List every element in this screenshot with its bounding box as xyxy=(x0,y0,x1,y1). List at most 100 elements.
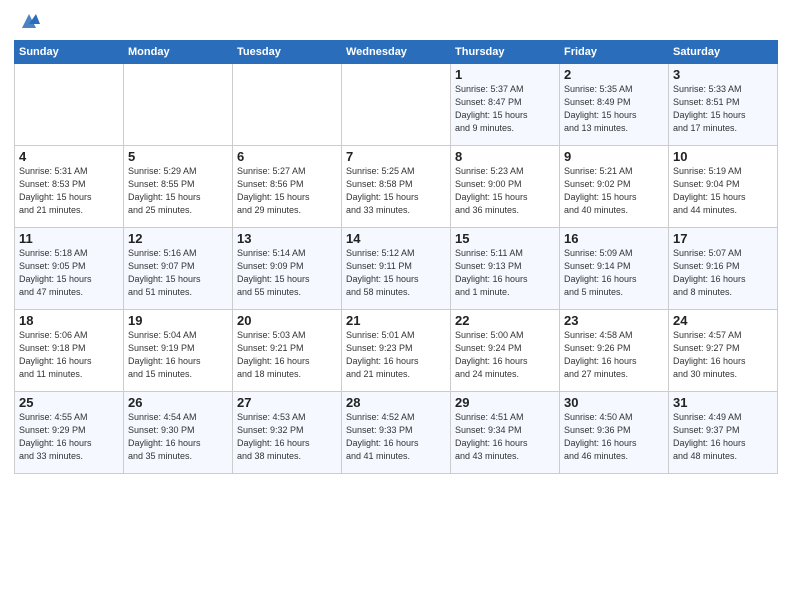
day-number: 21 xyxy=(346,313,446,328)
day-info: Sunrise: 5:14 AM Sunset: 9:09 PM Dayligh… xyxy=(237,247,337,299)
day-info: Sunrise: 4:57 AM Sunset: 9:27 PM Dayligh… xyxy=(673,329,773,381)
day-cell: 12Sunrise: 5:16 AM Sunset: 9:07 PM Dayli… xyxy=(124,228,233,310)
day-info: Sunrise: 5:31 AM Sunset: 8:53 PM Dayligh… xyxy=(19,165,119,217)
day-number: 23 xyxy=(564,313,664,328)
day-info: Sunrise: 5:09 AM Sunset: 9:14 PM Dayligh… xyxy=(564,247,664,299)
day-info: Sunrise: 5:19 AM Sunset: 9:04 PM Dayligh… xyxy=(673,165,773,217)
day-info: Sunrise: 5:07 AM Sunset: 9:16 PM Dayligh… xyxy=(673,247,773,299)
weekday-wednesday: Wednesday xyxy=(342,41,451,64)
day-cell: 5Sunrise: 5:29 AM Sunset: 8:55 PM Daylig… xyxy=(124,146,233,228)
weekday-thursday: Thursday xyxy=(451,41,560,64)
day-number: 15 xyxy=(455,231,555,246)
day-number: 17 xyxy=(673,231,773,246)
day-number: 25 xyxy=(19,395,119,410)
day-info: Sunrise: 5:33 AM Sunset: 8:51 PM Dayligh… xyxy=(673,83,773,135)
day-number: 30 xyxy=(564,395,664,410)
day-cell xyxy=(15,64,124,146)
day-cell: 20Sunrise: 5:03 AM Sunset: 9:21 PM Dayli… xyxy=(233,310,342,392)
day-number: 27 xyxy=(237,395,337,410)
day-number: 16 xyxy=(564,231,664,246)
day-number: 12 xyxy=(128,231,228,246)
day-info: Sunrise: 4:53 AM Sunset: 9:32 PM Dayligh… xyxy=(237,411,337,463)
day-info: Sunrise: 4:54 AM Sunset: 9:30 PM Dayligh… xyxy=(128,411,228,463)
day-cell: 11Sunrise: 5:18 AM Sunset: 9:05 PM Dayli… xyxy=(15,228,124,310)
day-info: Sunrise: 5:12 AM Sunset: 9:11 PM Dayligh… xyxy=(346,247,446,299)
day-cell: 23Sunrise: 4:58 AM Sunset: 9:26 PM Dayli… xyxy=(560,310,669,392)
logo-icon xyxy=(18,10,40,32)
day-number: 22 xyxy=(455,313,555,328)
day-info: Sunrise: 4:55 AM Sunset: 9:29 PM Dayligh… xyxy=(19,411,119,463)
day-cell: 17Sunrise: 5:07 AM Sunset: 9:16 PM Dayli… xyxy=(669,228,778,310)
day-info: Sunrise: 4:51 AM Sunset: 9:34 PM Dayligh… xyxy=(455,411,555,463)
day-number: 31 xyxy=(673,395,773,410)
day-info: Sunrise: 4:52 AM Sunset: 9:33 PM Dayligh… xyxy=(346,411,446,463)
day-number: 13 xyxy=(237,231,337,246)
day-number: 5 xyxy=(128,149,228,164)
day-number: 7 xyxy=(346,149,446,164)
day-cell: 31Sunrise: 4:49 AM Sunset: 9:37 PM Dayli… xyxy=(669,392,778,474)
day-number: 1 xyxy=(455,67,555,82)
day-info: Sunrise: 5:16 AM Sunset: 9:07 PM Dayligh… xyxy=(128,247,228,299)
day-number: 2 xyxy=(564,67,664,82)
day-cell: 19Sunrise: 5:04 AM Sunset: 9:19 PM Dayli… xyxy=(124,310,233,392)
day-cell: 6Sunrise: 5:27 AM Sunset: 8:56 PM Daylig… xyxy=(233,146,342,228)
calendar-table: SundayMondayTuesdayWednesdayThursdayFrid… xyxy=(14,40,778,474)
day-info: Sunrise: 5:35 AM Sunset: 8:49 PM Dayligh… xyxy=(564,83,664,135)
week-row-3: 11Sunrise: 5:18 AM Sunset: 9:05 PM Dayli… xyxy=(15,228,778,310)
day-cell: 27Sunrise: 4:53 AM Sunset: 9:32 PM Dayli… xyxy=(233,392,342,474)
day-number: 3 xyxy=(673,67,773,82)
weekday-sunday: Sunday xyxy=(15,41,124,64)
day-cell xyxy=(124,64,233,146)
day-info: Sunrise: 4:49 AM Sunset: 9:37 PM Dayligh… xyxy=(673,411,773,463)
day-cell: 16Sunrise: 5:09 AM Sunset: 9:14 PM Dayli… xyxy=(560,228,669,310)
day-cell: 26Sunrise: 4:54 AM Sunset: 9:30 PM Dayli… xyxy=(124,392,233,474)
day-cell xyxy=(342,64,451,146)
day-number: 20 xyxy=(237,313,337,328)
day-info: Sunrise: 5:23 AM Sunset: 9:00 PM Dayligh… xyxy=(455,165,555,217)
calendar-container: SundayMondayTuesdayWednesdayThursdayFrid… xyxy=(0,0,792,484)
logo xyxy=(14,10,40,32)
day-info: Sunrise: 5:00 AM Sunset: 9:24 PM Dayligh… xyxy=(455,329,555,381)
day-info: Sunrise: 5:04 AM Sunset: 9:19 PM Dayligh… xyxy=(128,329,228,381)
header xyxy=(14,10,778,32)
day-number: 28 xyxy=(346,395,446,410)
weekday-monday: Monday xyxy=(124,41,233,64)
day-cell: 9Sunrise: 5:21 AM Sunset: 9:02 PM Daylig… xyxy=(560,146,669,228)
day-cell: 7Sunrise: 5:25 AM Sunset: 8:58 PM Daylig… xyxy=(342,146,451,228)
day-cell: 30Sunrise: 4:50 AM Sunset: 9:36 PM Dayli… xyxy=(560,392,669,474)
day-info: Sunrise: 5:37 AM Sunset: 8:47 PM Dayligh… xyxy=(455,83,555,135)
day-cell: 10Sunrise: 5:19 AM Sunset: 9:04 PM Dayli… xyxy=(669,146,778,228)
day-info: Sunrise: 4:50 AM Sunset: 9:36 PM Dayligh… xyxy=(564,411,664,463)
day-cell: 24Sunrise: 4:57 AM Sunset: 9:27 PM Dayli… xyxy=(669,310,778,392)
day-number: 10 xyxy=(673,149,773,164)
day-cell: 29Sunrise: 4:51 AM Sunset: 9:34 PM Dayli… xyxy=(451,392,560,474)
day-info: Sunrise: 5:27 AM Sunset: 8:56 PM Dayligh… xyxy=(237,165,337,217)
week-row-1: 1Sunrise: 5:37 AM Sunset: 8:47 PM Daylig… xyxy=(15,64,778,146)
day-number: 9 xyxy=(564,149,664,164)
day-cell: 14Sunrise: 5:12 AM Sunset: 9:11 PM Dayli… xyxy=(342,228,451,310)
day-cell: 25Sunrise: 4:55 AM Sunset: 9:29 PM Dayli… xyxy=(15,392,124,474)
day-info: Sunrise: 5:06 AM Sunset: 9:18 PM Dayligh… xyxy=(19,329,119,381)
day-cell: 18Sunrise: 5:06 AM Sunset: 9:18 PM Dayli… xyxy=(15,310,124,392)
day-number: 11 xyxy=(19,231,119,246)
day-info: Sunrise: 5:11 AM Sunset: 9:13 PM Dayligh… xyxy=(455,247,555,299)
day-number: 19 xyxy=(128,313,228,328)
day-number: 18 xyxy=(19,313,119,328)
day-cell: 2Sunrise: 5:35 AM Sunset: 8:49 PM Daylig… xyxy=(560,64,669,146)
day-cell: 1Sunrise: 5:37 AM Sunset: 8:47 PM Daylig… xyxy=(451,64,560,146)
weekday-saturday: Saturday xyxy=(669,41,778,64)
day-cell xyxy=(233,64,342,146)
day-info: Sunrise: 5:29 AM Sunset: 8:55 PM Dayligh… xyxy=(128,165,228,217)
day-info: Sunrise: 5:25 AM Sunset: 8:58 PM Dayligh… xyxy=(346,165,446,217)
week-row-2: 4Sunrise: 5:31 AM Sunset: 8:53 PM Daylig… xyxy=(15,146,778,228)
day-number: 14 xyxy=(346,231,446,246)
day-number: 8 xyxy=(455,149,555,164)
day-number: 26 xyxy=(128,395,228,410)
day-number: 4 xyxy=(19,149,119,164)
day-cell: 3Sunrise: 5:33 AM Sunset: 8:51 PM Daylig… xyxy=(669,64,778,146)
week-row-5: 25Sunrise: 4:55 AM Sunset: 9:29 PM Dayli… xyxy=(15,392,778,474)
day-info: Sunrise: 4:58 AM Sunset: 9:26 PM Dayligh… xyxy=(564,329,664,381)
day-info: Sunrise: 5:18 AM Sunset: 9:05 PM Dayligh… xyxy=(19,247,119,299)
day-info: Sunrise: 5:21 AM Sunset: 9:02 PM Dayligh… xyxy=(564,165,664,217)
day-cell: 8Sunrise: 5:23 AM Sunset: 9:00 PM Daylig… xyxy=(451,146,560,228)
